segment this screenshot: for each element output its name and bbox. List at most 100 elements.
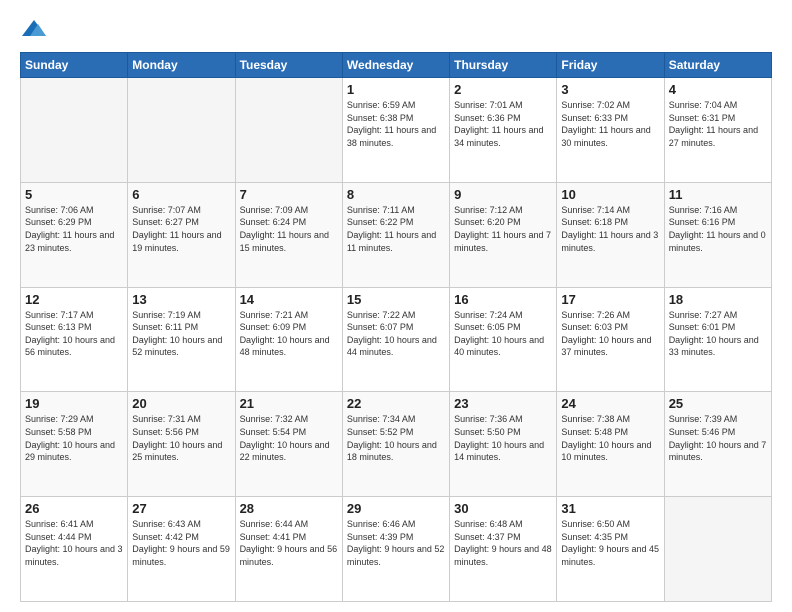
day-cell: 13 Sunrise: 7:19 AMSunset: 6:11 PMDayligh… bbox=[128, 287, 235, 392]
day-number: 4 bbox=[669, 82, 767, 97]
calendar: SundayMondayTuesdayWednesdayThursdayFrid… bbox=[20, 52, 772, 602]
day-cell: 17 Sunrise: 7:26 AMSunset: 6:03 PMDayligh… bbox=[557, 287, 664, 392]
day-number: 20 bbox=[132, 396, 230, 411]
day-number: 27 bbox=[132, 501, 230, 516]
day-number: 9 bbox=[454, 187, 552, 202]
day-cell: 24 Sunrise: 7:38 AMSunset: 5:48 PMDayligh… bbox=[557, 392, 664, 497]
day-number: 28 bbox=[240, 501, 338, 516]
day-cell: 21 Sunrise: 7:32 AMSunset: 5:54 PMDayligh… bbox=[235, 392, 342, 497]
day-number: 19 bbox=[25, 396, 123, 411]
day-number: 25 bbox=[669, 396, 767, 411]
weekday-header-row: SundayMondayTuesdayWednesdayThursdayFrid… bbox=[21, 53, 772, 78]
day-cell: 18Sunrise: 7:27 AMSunset: 6:01 PMDayligh… bbox=[664, 287, 771, 392]
day-cell: 15Sunrise: 7:22 AMSunset: 6:07 PMDayligh… bbox=[342, 287, 449, 392]
day-info: Sunrise: 7:39 AMSunset: 5:46 PMDaylight:… bbox=[669, 413, 767, 463]
day-number: 1 bbox=[347, 82, 445, 97]
weekday-header-saturday: Saturday bbox=[664, 53, 771, 78]
day-cell: 27 Sunrise: 6:43 AMSunset: 4:42 PMDayligh… bbox=[128, 497, 235, 602]
day-info: Sunrise: 7:04 AMSunset: 6:31 PMDaylight:… bbox=[669, 99, 767, 149]
day-number: 14 bbox=[240, 292, 338, 307]
day-cell: 22Sunrise: 7:34 AMSunset: 5:52 PMDayligh… bbox=[342, 392, 449, 497]
day-number: 8 bbox=[347, 187, 445, 202]
day-number: 26 bbox=[25, 501, 123, 516]
logo-icon bbox=[20, 16, 48, 44]
day-info: Sunrise: 7:14 AMSunset: 6:18 PMDaylight:… bbox=[561, 204, 659, 254]
header bbox=[20, 16, 772, 44]
day-cell: 3 Sunrise: 7:02 AMSunset: 6:33 PMDaylight… bbox=[557, 78, 664, 183]
day-cell: 14 Sunrise: 7:21 AMSunset: 6:09 PMDayligh… bbox=[235, 287, 342, 392]
day-cell: 2 Sunrise: 7:01 AMSunset: 6:36 PMDaylight… bbox=[450, 78, 557, 183]
day-cell: 5Sunrise: 7:06 AMSunset: 6:29 PMDaylight… bbox=[21, 182, 128, 287]
day-number: 13 bbox=[132, 292, 230, 307]
day-info: Sunrise: 7:07 AMSunset: 6:27 PMDaylight:… bbox=[132, 204, 230, 254]
day-info: Sunrise: 7:09 AMSunset: 6:24 PMDaylight:… bbox=[240, 204, 338, 254]
day-number: 2 bbox=[454, 82, 552, 97]
weekday-header-sunday: Sunday bbox=[21, 53, 128, 78]
day-cell: 25 Sunrise: 7:39 AMSunset: 5:46 PMDayligh… bbox=[664, 392, 771, 497]
weekday-header-friday: Friday bbox=[557, 53, 664, 78]
day-info: Sunrise: 7:06 AMSunset: 6:29 PMDaylight:… bbox=[25, 204, 123, 254]
day-cell: 30Sunrise: 6:48 AMSunset: 4:37 PMDayligh… bbox=[450, 497, 557, 602]
day-info: Sunrise: 6:43 AMSunset: 4:42 PMDaylight:… bbox=[132, 518, 230, 568]
day-info: Sunrise: 7:12 AMSunset: 6:20 PMDaylight:… bbox=[454, 204, 552, 254]
day-cell: 11 Sunrise: 7:16 AMSunset: 6:16 PMDayligh… bbox=[664, 182, 771, 287]
day-number: 10 bbox=[561, 187, 659, 202]
day-info: Sunrise: 7:17 AMSunset: 6:13 PMDaylight:… bbox=[25, 309, 123, 359]
day-number: 3 bbox=[561, 82, 659, 97]
day-number: 29 bbox=[347, 501, 445, 516]
day-info: Sunrise: 7:21 AMSunset: 6:09 PMDaylight:… bbox=[240, 309, 338, 359]
day-number: 23 bbox=[454, 396, 552, 411]
day-info: Sunrise: 7:26 AMSunset: 6:03 PMDaylight:… bbox=[561, 309, 659, 359]
day-cell: 28Sunrise: 6:44 AMSunset: 4:41 PMDayligh… bbox=[235, 497, 342, 602]
week-row-3: 19Sunrise: 7:29 AMSunset: 5:58 PMDayligh… bbox=[21, 392, 772, 497]
day-cell: 31 Sunrise: 6:50 AMSunset: 4:35 PMDayligh… bbox=[557, 497, 664, 602]
day-number: 22 bbox=[347, 396, 445, 411]
week-row-4: 26 Sunrise: 6:41 AMSunset: 4:44 PMDayligh… bbox=[21, 497, 772, 602]
day-number: 7 bbox=[240, 187, 338, 202]
day-number: 31 bbox=[561, 501, 659, 516]
day-cell: 19Sunrise: 7:29 AMSunset: 5:58 PMDayligh… bbox=[21, 392, 128, 497]
day-info: Sunrise: 7:24 AMSunset: 6:05 PMDaylight:… bbox=[454, 309, 552, 359]
weekday-header-wednesday: Wednesday bbox=[342, 53, 449, 78]
day-number: 12 bbox=[25, 292, 123, 307]
day-cell bbox=[21, 78, 128, 183]
page: SundayMondayTuesdayWednesdayThursdayFrid… bbox=[0, 0, 792, 612]
day-cell: 4 Sunrise: 7:04 AMSunset: 6:31 PMDaylight… bbox=[664, 78, 771, 183]
day-cell: 6 Sunrise: 7:07 AMSunset: 6:27 PMDaylight… bbox=[128, 182, 235, 287]
day-cell: 23Sunrise: 7:36 AMSunset: 5:50 PMDayligh… bbox=[450, 392, 557, 497]
day-cell bbox=[235, 78, 342, 183]
logo bbox=[20, 16, 52, 44]
day-info: Sunrise: 7:22 AMSunset: 6:07 PMDaylight:… bbox=[347, 309, 445, 359]
day-number: 11 bbox=[669, 187, 767, 202]
day-info: Sunrise: 6:41 AMSunset: 4:44 PMDaylight:… bbox=[25, 518, 123, 568]
day-cell bbox=[664, 497, 771, 602]
day-info: Sunrise: 7:31 AMSunset: 5:56 PMDaylight:… bbox=[132, 413, 230, 463]
day-info: Sunrise: 7:01 AMSunset: 6:36 PMDaylight:… bbox=[454, 99, 552, 149]
day-info: Sunrise: 6:48 AMSunset: 4:37 PMDaylight:… bbox=[454, 518, 552, 568]
week-row-0: 1Sunrise: 6:59 AMSunset: 6:38 PMDaylight… bbox=[21, 78, 772, 183]
day-info: Sunrise: 7:38 AMSunset: 5:48 PMDaylight:… bbox=[561, 413, 659, 463]
week-row-1: 5Sunrise: 7:06 AMSunset: 6:29 PMDaylight… bbox=[21, 182, 772, 287]
weekday-header-tuesday: Tuesday bbox=[235, 53, 342, 78]
day-number: 24 bbox=[561, 396, 659, 411]
day-cell: 20 Sunrise: 7:31 AMSunset: 5:56 PMDayligh… bbox=[128, 392, 235, 497]
day-cell: 7 Sunrise: 7:09 AMSunset: 6:24 PMDaylight… bbox=[235, 182, 342, 287]
weekday-header-monday: Monday bbox=[128, 53, 235, 78]
weekday-header-thursday: Thursday bbox=[450, 53, 557, 78]
day-cell: 26 Sunrise: 6:41 AMSunset: 4:44 PMDayligh… bbox=[21, 497, 128, 602]
day-cell: 8Sunrise: 7:11 AMSunset: 6:22 PMDaylight… bbox=[342, 182, 449, 287]
day-number: 17 bbox=[561, 292, 659, 307]
day-info: Sunrise: 7:02 AMSunset: 6:33 PMDaylight:… bbox=[561, 99, 659, 149]
day-cell: 10 Sunrise: 7:14 AMSunset: 6:18 PMDayligh… bbox=[557, 182, 664, 287]
day-info: Sunrise: 7:19 AMSunset: 6:11 PMDaylight:… bbox=[132, 309, 230, 359]
week-row-2: 12 Sunrise: 7:17 AMSunset: 6:13 PMDayligh… bbox=[21, 287, 772, 392]
day-number: 16 bbox=[454, 292, 552, 307]
day-info: Sunrise: 6:50 AMSunset: 4:35 PMDaylight:… bbox=[561, 518, 659, 568]
day-number: 18 bbox=[669, 292, 767, 307]
day-cell: 29 Sunrise: 6:46 AMSunset: 4:39 PMDayligh… bbox=[342, 497, 449, 602]
day-info: Sunrise: 6:46 AMSunset: 4:39 PMDaylight:… bbox=[347, 518, 445, 568]
day-info: Sunrise: 7:16 AMSunset: 6:16 PMDaylight:… bbox=[669, 204, 767, 254]
day-info: Sunrise: 7:32 AMSunset: 5:54 PMDaylight:… bbox=[240, 413, 338, 463]
day-number: 6 bbox=[132, 187, 230, 202]
day-number: 21 bbox=[240, 396, 338, 411]
